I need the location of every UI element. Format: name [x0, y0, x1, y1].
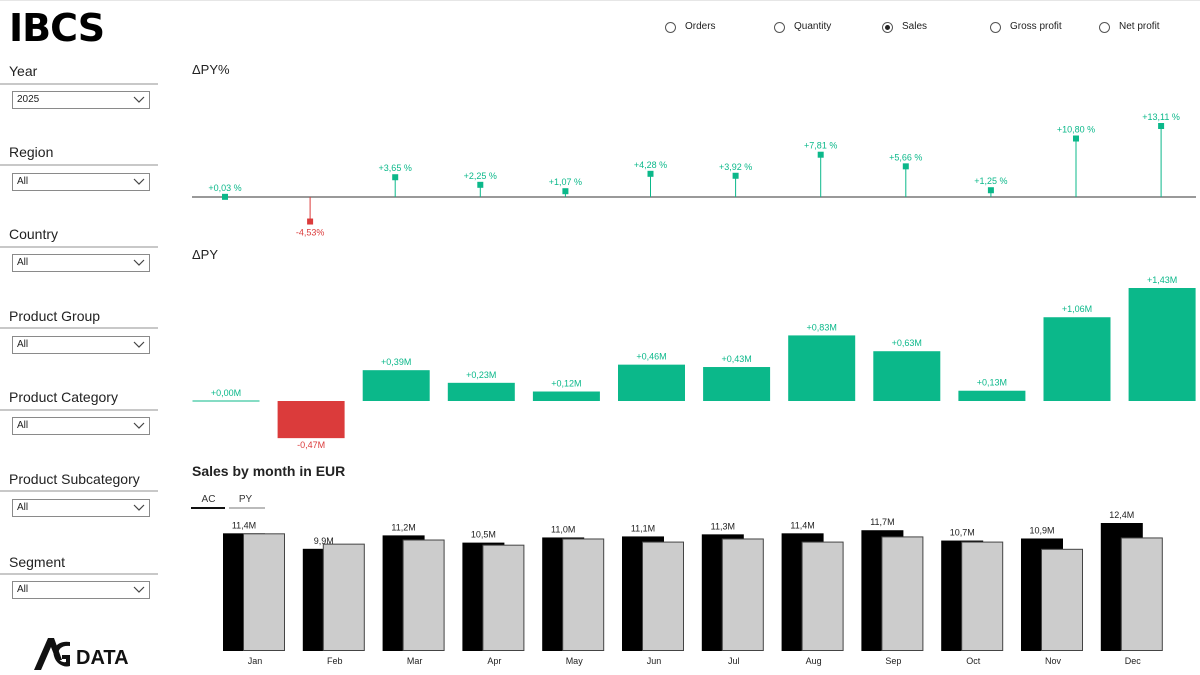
dpy-label: +0,12M: [551, 379, 581, 389]
dpy-bar: [532, 391, 600, 401]
dpy-pct-marker: [987, 187, 994, 194]
month-tick-label: Aug: [806, 656, 822, 666]
dpy-label: +0,83M: [807, 322, 837, 332]
month-tick-label: Mar: [407, 656, 423, 666]
py-bar: [642, 541, 684, 651]
py-bar: [562, 538, 605, 652]
py-bar: [482, 544, 525, 652]
delta-py-percent-chart: +0,03 % -4,53% +3,65 % +2,25 % +1,07 % +4,28 …: [192, 112, 1196, 666]
dpy-bar: [1043, 317, 1111, 401]
py-bar: [243, 533, 285, 651]
dpy-pct-label: +7,81 %: [804, 141, 837, 151]
dpy-pct-marker: [817, 151, 824, 158]
logo-text: DATA: [76, 647, 129, 669]
dpy-pct-marker: [222, 193, 228, 200]
dpy-label: +1,06M: [1062, 304, 1092, 314]
dpy-bar: [958, 390, 1026, 401]
dpy-pct-marker: [732, 172, 739, 179]
month-tick-label: Nov: [1045, 656, 1062, 666]
dpy-bar: [277, 401, 345, 439]
dpy-pct-label: +5,66 %: [889, 152, 922, 162]
dpy-pct-label: +4,28 %: [634, 160, 667, 170]
dpy-pct-label: +1,25 %: [974, 176, 1007, 186]
ac-value-label: 9,9M: [314, 536, 334, 546]
month-tick-label: Feb: [327, 656, 343, 666]
ac-value-label: 11,4M: [232, 520, 256, 530]
month-tick-label: Sep: [885, 656, 901, 666]
ac-value-label: 11,1M: [631, 523, 655, 533]
dpy-pct-label: +13,11 %: [1142, 112, 1180, 122]
dpy-pct-label: +2,25 %: [464, 171, 497, 181]
dpy-bar: [447, 382, 515, 401]
dpy-pct-label: +0,03 %: [208, 183, 241, 193]
py-bar: [881, 536, 924, 652]
dpy-pct-label: +3,92 %: [719, 162, 752, 172]
dpy-bar: [873, 351, 941, 401]
dpy-bar: [618, 364, 685, 401]
ac-value-label: 11,7M: [870, 517, 894, 527]
dpy-pct-marker: [647, 170, 654, 177]
ac-value-label: 11,2M: [391, 522, 415, 532]
dpy-label: +1,43M: [1147, 275, 1177, 285]
py-bar: [721, 538, 764, 652]
dpy-bar: [703, 367, 771, 401]
dpy-pct-marker: [1158, 123, 1165, 129]
month-tick-label: Oct: [966, 656, 981, 666]
dpy-pct-label: +3,65 %: [379, 163, 412, 173]
dpy-bar: [1128, 288, 1196, 401]
dpy-label: +0,39M: [381, 357, 411, 367]
dpy-label: +0,63M: [892, 338, 922, 348]
dpy-pct-marker: [902, 163, 909, 170]
py-bar: [322, 543, 365, 651]
ac-value-label: 11,0M: [551, 524, 575, 534]
dpy-bar: [788, 335, 856, 401]
ac-value-label: 11,3M: [711, 521, 735, 531]
dpy-pct-marker: [477, 181, 484, 188]
month-tick-label: May: [566, 656, 584, 666]
dpy-bar: [362, 370, 430, 401]
dpy-label: -0,47M: [297, 440, 325, 450]
ag-data-logo: DATA: [34, 638, 129, 670]
dpy-pct-label: -4,53%: [296, 228, 325, 238]
month-tick-label: Apr: [487, 656, 501, 666]
py-bar: [801, 541, 844, 651]
month-tick-label: Jan: [248, 656, 263, 666]
dpy-label: +0,46M: [636, 352, 666, 362]
dpy-pct-marker: [1073, 135, 1079, 142]
dpy-pct-marker: [392, 174, 399, 181]
py-bar: [961, 541, 1004, 651]
ac-value-label: 10,7M: [950, 528, 975, 538]
month-tick-label: Jun: [647, 656, 662, 666]
py-bar: [1041, 548, 1083, 652]
dpy-label: +0,00M: [211, 388, 241, 398]
dpy-pct-label: +1,07 %: [549, 177, 582, 187]
py-bar: [402, 539, 445, 651]
dpy-label: +0,13M: [977, 378, 1007, 388]
py-bar: [1120, 537, 1163, 651]
month-tick-label: Jul: [728, 656, 740, 666]
ac-value-label: 12,4M: [1109, 510, 1134, 520]
dpy-pct-marker: [562, 188, 569, 195]
ac-value-label: 11,4M: [790, 520, 814, 530]
ac-value-label: 10,5M: [471, 530, 496, 540]
ac-value-label: 10,9M: [1029, 525, 1054, 535]
dpy-label: +0,23M: [466, 370, 496, 380]
month-tick-label: Dec: [1125, 656, 1142, 666]
dpy-pct-marker: [307, 218, 314, 225]
dpy-pct-label: +10,80 %: [1057, 125, 1095, 135]
dpy-label: +0,43M: [721, 354, 751, 364]
